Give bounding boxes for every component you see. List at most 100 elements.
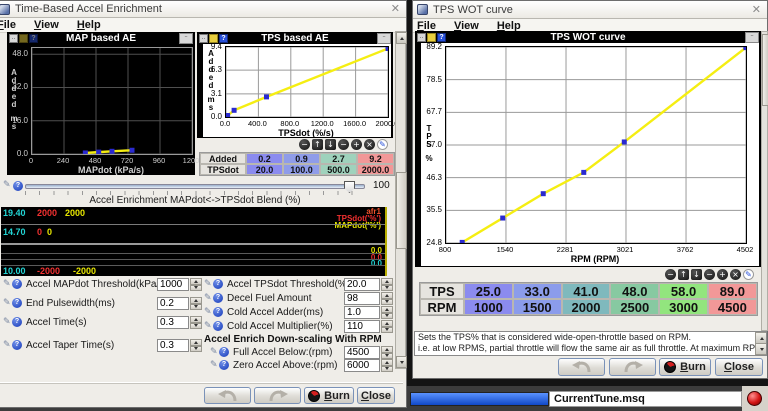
table-cell[interactable]: 1500 — [513, 299, 562, 315]
note-icon[interactable] — [427, 33, 436, 42]
spinner[interactable] — [381, 292, 393, 305]
reset-icon[interactable]: × — [730, 269, 741, 280]
pencil-icon[interactable]: ✎ — [204, 294, 212, 303]
pencil-icon[interactable]: ✎ — [204, 322, 212, 331]
decel-fuel-amount-input[interactable] — [344, 292, 380, 305]
pencil-icon[interactable]: ✎ — [3, 280, 11, 289]
burn-button[interactable]: Burn — [659, 358, 711, 376]
spinner[interactable] — [190, 316, 202, 329]
connection-status-icon[interactable] — [747, 391, 762, 406]
help-icon[interactable]: ? — [219, 34, 228, 43]
edit-icon[interactable]: ✎ — [743, 269, 754, 280]
spinner[interactable] — [381, 278, 393, 291]
help-icon[interactable]: ? — [213, 293, 223, 303]
table-cell[interactable]: 3000 — [659, 299, 708, 315]
current-tune-field[interactable]: CurrentTune.msq — [549, 391, 742, 407]
spinner[interactable] — [190, 339, 202, 352]
table-cell[interactable]: 100.0 — [283, 164, 320, 175]
end-pulsewidth-input[interactable] — [157, 297, 189, 310]
accel-mapdot-threshold-input[interactable] — [157, 278, 189, 291]
table-cell[interactable]: 41.0 — [562, 283, 611, 299]
scale-down-icon[interactable]: − — [704, 269, 715, 280]
table-cell[interactable]: 2.7 — [320, 153, 357, 164]
table-cell[interactable]: 2000.0 — [357, 164, 394, 175]
spinner[interactable] — [190, 297, 202, 310]
menu-help[interactable]: Help — [497, 20, 521, 32]
tps-wot-curve-plot[interactable] — [445, 46, 747, 244]
cold-accel-adder-input[interactable] — [344, 306, 380, 319]
table-cell[interactable]: 500.0 — [320, 164, 357, 175]
shift-down-icon[interactable]: ↓ — [691, 269, 702, 280]
help-icon[interactable]: ? — [12, 298, 22, 308]
scroll-down-button[interactable] — [396, 356, 407, 368]
window-titlebar[interactable]: TPS WOT curve ✕ — [413, 1, 767, 19]
pencil-icon[interactable]: ✎ — [3, 318, 11, 327]
spinner[interactable] — [381, 306, 393, 319]
chart-menu-button[interactable]: .. — [179, 33, 193, 44]
shift-up-icon[interactable]: ↑ — [312, 139, 323, 150]
chart-menu-button[interactable]: .. — [377, 33, 391, 44]
chart-titlebar[interactable]: .. ? TPS WOT curve .. — [415, 31, 761, 43]
table-cell[interactable]: 4500 — [708, 299, 757, 315]
table-cell[interactable]: 0.9 — [283, 153, 320, 164]
menu-file[interactable]: File — [417, 20, 436, 32]
pencil-icon[interactable]: ✎ — [210, 348, 218, 357]
reset-icon[interactable]: × — [364, 139, 375, 150]
table-cell[interactable]: 9.2 — [357, 153, 394, 164]
pencil-icon[interactable]: ✎ — [3, 341, 11, 350]
help-icon[interactable]: ? — [13, 181, 23, 191]
menu-view[interactable]: View — [454, 20, 479, 32]
spinner[interactable] — [381, 320, 393, 333]
pencil-icon[interactable]: ✎ — [204, 280, 212, 289]
redo-button[interactable] — [609, 358, 656, 376]
accel-tpsdot-threshold-input[interactable] — [344, 278, 380, 291]
spinner[interactable] — [190, 278, 202, 291]
edit-icon[interactable]: ✎ — [377, 139, 388, 150]
table-cell[interactable]: 25.0 — [464, 283, 513, 299]
zero-accel-above-input[interactable] — [344, 359, 380, 372]
table-cell[interactable]: 48.0 — [610, 283, 659, 299]
menu-file[interactable]: File — [0, 19, 16, 31]
spinner[interactable] — [381, 346, 393, 359]
table-cell[interactable]: 20.0 — [246, 164, 283, 175]
help-icon[interactable]: ? — [213, 307, 223, 317]
map-based-ae-plot[interactable] — [31, 47, 193, 155]
pencil-icon[interactable]: ✎ — [3, 299, 11, 308]
chart-menu-button[interactable]: .. — [745, 32, 759, 43]
undo-button[interactable] — [558, 358, 605, 376]
pencil-icon[interactable]: ✎ — [204, 308, 212, 317]
note-icon[interactable] — [209, 34, 218, 43]
close-button[interactable]: Close — [715, 358, 763, 376]
help-icon[interactable]: ? — [437, 33, 446, 42]
burn-button[interactable]: Burn — [304, 387, 354, 404]
help-icon[interactable]: ? — [219, 347, 229, 357]
table-cell[interactable]: 2000 — [562, 299, 611, 315]
blend-slider-track[interactable] — [25, 184, 365, 189]
undo-button[interactable] — [204, 387, 251, 404]
window-scrollbar[interactable] — [761, 31, 768, 331]
chart-titlebar[interactable]: .. ? TPS based AE .. — [197, 32, 393, 44]
shift-up-icon[interactable]: ↑ — [678, 269, 689, 280]
window-box-icon[interactable]: .. — [199, 34, 208, 43]
close-icon[interactable]: ✕ — [391, 2, 400, 15]
cold-accel-multiplier-input[interactable] — [344, 320, 380, 333]
help-icon[interactable]: ? — [29, 34, 38, 43]
scale-up-icon[interactable]: + — [351, 139, 362, 150]
pencil-icon[interactable]: ✎ — [3, 181, 11, 190]
help-icon[interactable]: ? — [213, 279, 223, 289]
close-button[interactable]: Close — [357, 387, 395, 404]
table-cell[interactable]: 0.2 — [246, 153, 283, 164]
shift-down-icon[interactable]: ↓ — [325, 139, 336, 150]
tps-based-ae-plot[interactable] — [225, 46, 389, 118]
help-scrollbar[interactable] — [755, 332, 766, 355]
accel-taper-time-input[interactable] — [157, 339, 189, 352]
accel-time-input[interactable] — [157, 316, 189, 329]
chart-titlebar[interactable]: .. ? MAP based AE .. — [7, 32, 195, 44]
scroll-down-button[interactable] — [755, 343, 767, 355]
menu-view[interactable]: View — [34, 19, 59, 31]
window-box-icon[interactable]: .. — [417, 33, 426, 42]
help-icon[interactable]: ? — [12, 279, 22, 289]
help-icon[interactable]: ? — [12, 340, 22, 350]
window-box-icon[interactable]: .. — [9, 34, 18, 43]
table-cell[interactable]: 58.0 — [659, 283, 708, 299]
